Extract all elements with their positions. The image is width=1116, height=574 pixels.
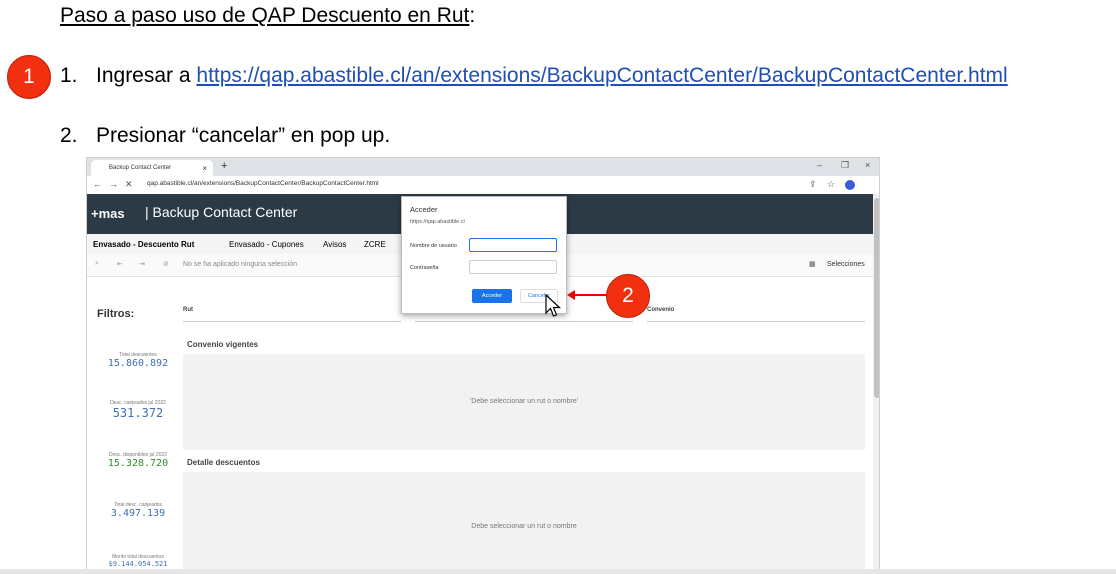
- convenio-panel: 'Debe seleccionar un rut o nombre': [183, 354, 865, 450]
- smart-search-icon[interactable]: ⌕: [95, 260, 99, 268]
- annotation-arrow-icon: [567, 290, 575, 300]
- step-forward-icon[interactable]: ⇥: [139, 260, 145, 268]
- bottom-strip: [0, 569, 1116, 574]
- step-badge-2: 2: [606, 274, 650, 318]
- rut-filter[interactable]: Rut: [183, 307, 401, 322]
- stop-icon[interactable]: ✕: [125, 179, 133, 190]
- kpi-monto-total: Monto total descuentos $9.144.054.521: [93, 554, 183, 568]
- step-1-link[interactable]: https://qap.abastible.cl/an/extensions/B…: [196, 64, 1007, 87]
- section-detalle-title: Detalle descuentos: [187, 458, 260, 467]
- tab-close-icon[interactable]: ×: [202, 164, 207, 173]
- app-title: | Backup Contact Center: [145, 204, 298, 220]
- step-2-text: Presionar “cancelar” en pop up.: [96, 124, 391, 147]
- dialog-url: https://qap.abastible.cl: [410, 219, 465, 225]
- annotation-arrow-line: [572, 294, 608, 296]
- tab-cupones[interactable]: Envasado - Cupones: [229, 240, 304, 249]
- window-close-icon[interactable]: ×: [865, 160, 870, 170]
- step-back-icon[interactable]: ⇤: [117, 260, 123, 268]
- step-1-text: Ingresar a: [96, 64, 197, 87]
- detalle-empty-text: Debe seleccionar un rut o nombre: [471, 523, 577, 530]
- selections-icon[interactable]: ▦: [809, 260, 816, 268]
- scrollbar-thumb[interactable]: [874, 198, 879, 398]
- tab-title: Backup Contact Center: [109, 165, 172, 171]
- convenio-empty-text: 'Debe seleccionar un rut o nombre': [469, 398, 579, 405]
- bookmark-icon[interactable]: ☆: [827, 179, 835, 190]
- step-badge-1: 1: [7, 55, 51, 99]
- tab-avisos[interactable]: Avisos: [323, 240, 346, 249]
- heading-title: Paso a paso uso de QAP Descuento en Rut: [60, 4, 470, 27]
- selections-button[interactable]: Selecciones: [827, 261, 865, 268]
- password-input[interactable]: [469, 260, 557, 274]
- step-1-number: 1.: [60, 64, 78, 87]
- tab-zcre[interactable]: ZCRE: [364, 240, 386, 249]
- step-1: 1. Ingresar a https://qap.abastible.cl/an…: [60, 64, 1008, 88]
- address-bar: ← → ✕ qap.abastible.cl/an/extensions/Bac…: [87, 176, 879, 195]
- heading-colon: :: [469, 4, 476, 27]
- kpi-value: 3.497.139: [110, 508, 166, 519]
- maximize-icon[interactable]: ❐: [841, 160, 849, 171]
- share-icon[interactable]: ⇪: [809, 179, 817, 190]
- tab-strip: Backup Contact Center × + – ❐ ×: [87, 158, 879, 176]
- kpi-desc-disponibles: Desc. disponibles jul 2022 15.328.720: [93, 452, 183, 469]
- back-icon[interactable]: ←: [93, 179, 102, 189]
- kpi-value: 15.860.892: [107, 358, 169, 369]
- tab-descuento-rut[interactable]: Envasado - Descuento Rut: [93, 240, 194, 249]
- kpi-desc-canjeados: Desc. canjeados jul 2022 531.372: [93, 400, 183, 420]
- password-label: Contraseña: [410, 265, 439, 271]
- convenio-filter[interactable]: Convenio: [647, 307, 865, 322]
- new-tab-icon[interactable]: +: [221, 160, 227, 172]
- section-convenio-title: Convenio vigentes: [187, 340, 259, 349]
- username-input[interactable]: [469, 238, 557, 252]
- minimize-icon[interactable]: –: [817, 160, 822, 170]
- username-label: Nombre de usuario: [410, 243, 457, 249]
- kpi-total-canjeados: Total desc. canjeados 3.497.139: [93, 502, 183, 519]
- clear-selections-icon[interactable]: ⊘: [163, 260, 169, 268]
- selection-message: No se ha aplicado ninguna selección: [183, 261, 298, 268]
- kpi-value: 15.328.720: [107, 458, 169, 469]
- kpi-total-descuentos: Total descuentos 15.860.892: [93, 352, 183, 369]
- profile-icon[interactable]: [845, 180, 855, 190]
- step-2: 2. Presionar “cancelar” en pop up.: [60, 124, 390, 148]
- kpi-value: 531.372: [112, 406, 164, 420]
- mouse-cursor-icon: [545, 294, 561, 317]
- browser-tab[interactable]: Backup Contact Center ×: [91, 160, 213, 176]
- url-field[interactable]: qap.abastible.cl/an/extensions/BackupCon…: [147, 180, 379, 187]
- login-dialog: Acceder https://qap.abastible.cl Nombre …: [401, 196, 567, 314]
- page-heading: Paso a paso uso de QAP Descuento en Rut:: [60, 4, 475, 28]
- detalle-panel: Debe seleccionar un rut o nombre: [183, 472, 865, 573]
- app-logo: +mas: [91, 206, 125, 221]
- forward-icon[interactable]: →: [109, 179, 118, 189]
- accept-button[interactable]: Acceder: [472, 289, 512, 303]
- step-2-number: 2.: [60, 124, 78, 147]
- browser-screenshot: Backup Contact Center × + – ❐ × ← → ✕ qa…: [86, 157, 880, 574]
- filters-label: Filtros:: [97, 308, 135, 320]
- dialog-title: Acceder: [410, 205, 438, 214]
- kpi-value: $9.144.054.521: [108, 560, 168, 568]
